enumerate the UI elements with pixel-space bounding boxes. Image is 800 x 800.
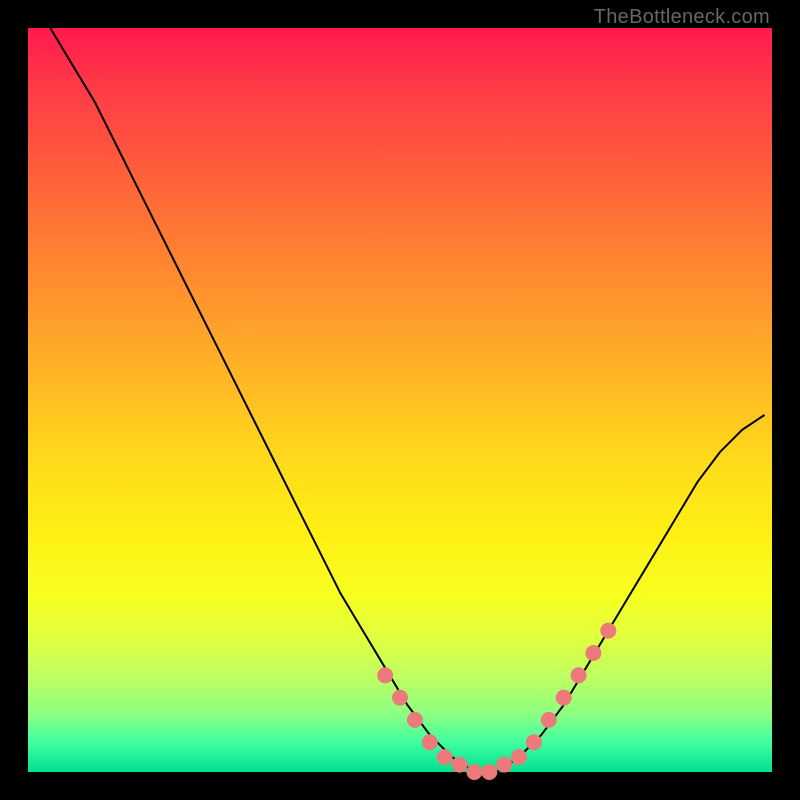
marker-point bbox=[377, 667, 393, 683]
marker-point bbox=[600, 623, 616, 639]
chart-svg bbox=[28, 28, 772, 772]
bottleneck-curve bbox=[50, 28, 764, 772]
marker-point bbox=[407, 712, 423, 728]
marker-point bbox=[481, 764, 497, 780]
marker-point bbox=[556, 690, 572, 706]
watermark-text: TheBottleneck.com bbox=[594, 6, 770, 29]
chart-container: TheBottleneck.com bbox=[0, 0, 800, 800]
marker-point bbox=[437, 749, 453, 765]
marker-point bbox=[541, 712, 557, 728]
marker-point bbox=[466, 764, 482, 780]
marker-point bbox=[496, 757, 512, 773]
marker-point bbox=[571, 667, 587, 683]
marker-point bbox=[585, 645, 601, 661]
marker-point bbox=[452, 757, 468, 773]
marker-point bbox=[526, 734, 542, 750]
marker-point bbox=[392, 690, 408, 706]
marker-group bbox=[377, 623, 616, 780]
marker-point bbox=[422, 734, 438, 750]
marker-point bbox=[511, 749, 527, 765]
